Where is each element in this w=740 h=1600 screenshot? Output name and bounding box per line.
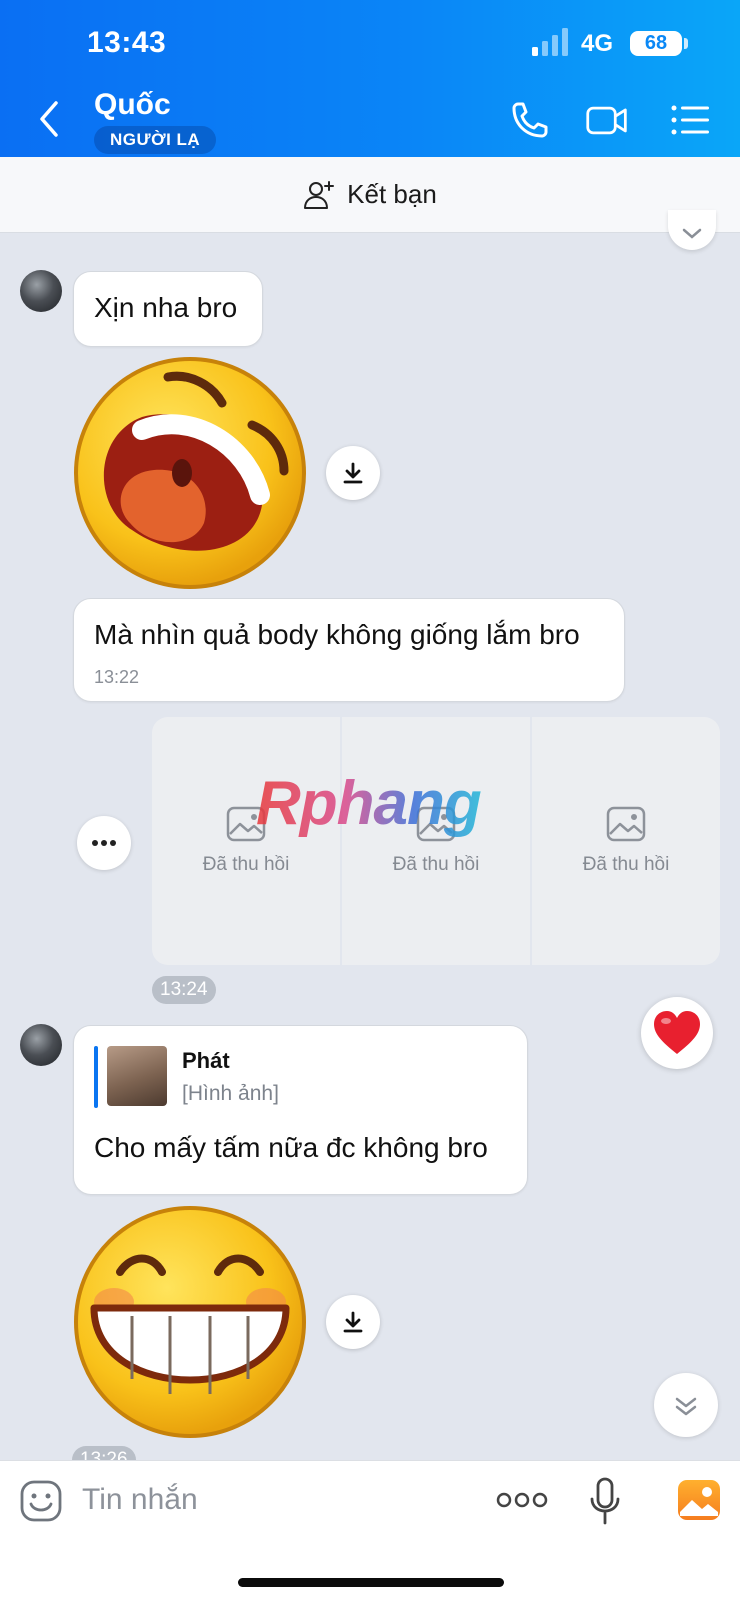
laughing-emoji-sticker[interactable] bbox=[72, 355, 308, 591]
chat-header: 13:43 4G 68 Quốc NGƯỜI LẠ bbox=[0, 0, 740, 157]
time-pill: 13:24 bbox=[152, 976, 216, 1004]
add-friend-bar[interactable]: Kết bạn bbox=[0, 157, 740, 233]
back-icon[interactable] bbox=[34, 99, 64, 139]
recalled-images-group[interactable]: Đã thu hồi Đã thu hồi Đã thu hồi bbox=[152, 717, 720, 965]
avatar[interactable] bbox=[20, 270, 62, 312]
quote-bar bbox=[94, 1046, 98, 1108]
chevron-down-icon bbox=[682, 228, 702, 239]
watermark-text: Rphang bbox=[256, 769, 482, 838]
more-options-button[interactable] bbox=[77, 816, 131, 870]
more-icon bbox=[92, 840, 116, 846]
message-text: Xịn nha bro bbox=[94, 292, 238, 323]
download-button[interactable] bbox=[326, 1295, 380, 1349]
emoji-icon[interactable] bbox=[20, 1480, 62, 1522]
more-icon[interactable] bbox=[496, 1488, 548, 1512]
quote-text: [Hình ảnh] bbox=[182, 1082, 279, 1105]
scroll-down-button[interactable] bbox=[654, 1373, 718, 1437]
message-text: Mà nhìn quả body không giống lắm bro bbox=[94, 619, 580, 650]
chevron-down-icon bbox=[675, 1397, 697, 1416]
recalled-image[interactable]: Đã thu hồi bbox=[152, 717, 340, 965]
quoted-image-thumbnail[interactable] bbox=[107, 1046, 167, 1106]
heart-reaction[interactable] bbox=[641, 997, 713, 1069]
image-placeholder-icon bbox=[606, 806, 646, 842]
download-icon bbox=[343, 462, 363, 484]
heart-icon bbox=[654, 1011, 700, 1054]
message-text: Cho mấy tấm nữa đc không bro bbox=[94, 1132, 488, 1163]
contact-name[interactable]: Quốc bbox=[94, 88, 171, 122]
message-input[interactable]: Tin nhắn bbox=[82, 1483, 198, 1517]
message-time: 13:22 bbox=[94, 667, 140, 687]
menu-icon[interactable] bbox=[668, 98, 712, 142]
quote-sender: Phát bbox=[182, 1048, 230, 1073]
download-icon bbox=[343, 1311, 363, 1333]
recalled-label: Đã thu hồi bbox=[202, 854, 290, 875]
battery-tip bbox=[684, 38, 688, 49]
signal-icon bbox=[532, 28, 568, 56]
stranger-badge: NGƯỜI LẠ bbox=[94, 126, 217, 154]
status-time: 13:43 bbox=[87, 26, 167, 59]
network-type: 4G bbox=[581, 30, 614, 57]
message-bubble[interactable]: Xịn nha bro bbox=[73, 271, 263, 347]
grinning-emoji-sticker[interactable] bbox=[72, 1204, 308, 1440]
phone-icon[interactable] bbox=[508, 98, 552, 142]
recalled-image[interactable]: Đã thu hồi bbox=[532, 717, 720, 965]
recalled-label: Đã thu hồi bbox=[582, 854, 670, 875]
mic-icon[interactable] bbox=[590, 1477, 620, 1525]
add-friend-label: Kết bạn bbox=[347, 179, 437, 209]
reply-message-bubble[interactable]: Phát [Hình ảnh] Cho mấy tấm nữa đc không… bbox=[73, 1025, 528, 1195]
add-friend-icon bbox=[304, 180, 335, 209]
download-button[interactable] bbox=[326, 446, 380, 500]
gallery-icon[interactable] bbox=[676, 1478, 722, 1522]
message-bubble[interactable]: Mà nhìn quả body không giống lắm bro 13:… bbox=[73, 598, 625, 702]
home-indicator bbox=[238, 1578, 504, 1587]
avatar[interactable] bbox=[20, 1024, 62, 1066]
battery-level: 68 bbox=[630, 31, 682, 56]
video-icon[interactable] bbox=[585, 98, 629, 142]
time-pill-partial: 13:26 bbox=[72, 1446, 136, 1460]
recalled-image[interactable]: Đã thu hồi bbox=[342, 717, 530, 965]
recalled-label: Đã thu hồi bbox=[392, 854, 480, 875]
scroll-up-button[interactable] bbox=[668, 210, 716, 250]
input-placeholder-text: Tin nhắn bbox=[82, 1483, 198, 1516]
